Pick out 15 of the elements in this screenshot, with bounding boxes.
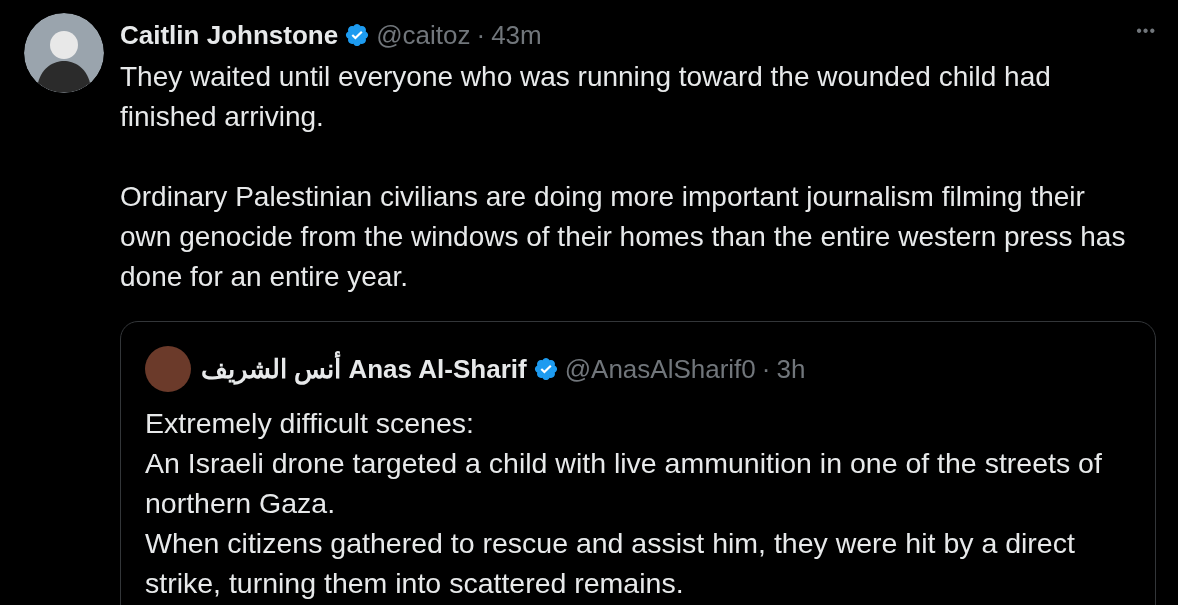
author-handle[interactable]: @AnasAlSharif0 [564,353,756,385]
author-handle[interactable]: @caitoz [376,19,471,51]
quoted-post-text: An Israeli drone targeted a child with live ammunition in one of the streets of northern Gaza. [145,446,1103,521]
author-name[interactable]: أنس الشريف Anas Al-Sharif [201,353,527,385]
post-time[interactable]: 43m [491,19,542,51]
quoted-post-text: Extremely difficult scenes: [145,406,475,441]
dot-separator: · [761,353,771,385]
avatar-silhouette-icon[interactable] [24,13,104,93]
post-text: They waited until everyone who was running toward the wounded child had finished arriving. [120,60,1052,134]
author-name[interactable]: Caitlin Johnstone [120,19,339,51]
more-options-icon[interactable]: ••• [1136,22,1156,40]
dot-separator: · [476,19,486,51]
post-text: Ordinary Palestinian civilians are doing more important journalism filming their own genocide from the windows of their homes than the entire western press has done for an entire year. [120,180,1127,294]
post-time[interactable]: 3h [776,353,806,385]
quoted-post-text: When citizens gathered to rescue and assist him, they were hit by a direct strike, turning them into scattered remains. [145,526,1076,601]
